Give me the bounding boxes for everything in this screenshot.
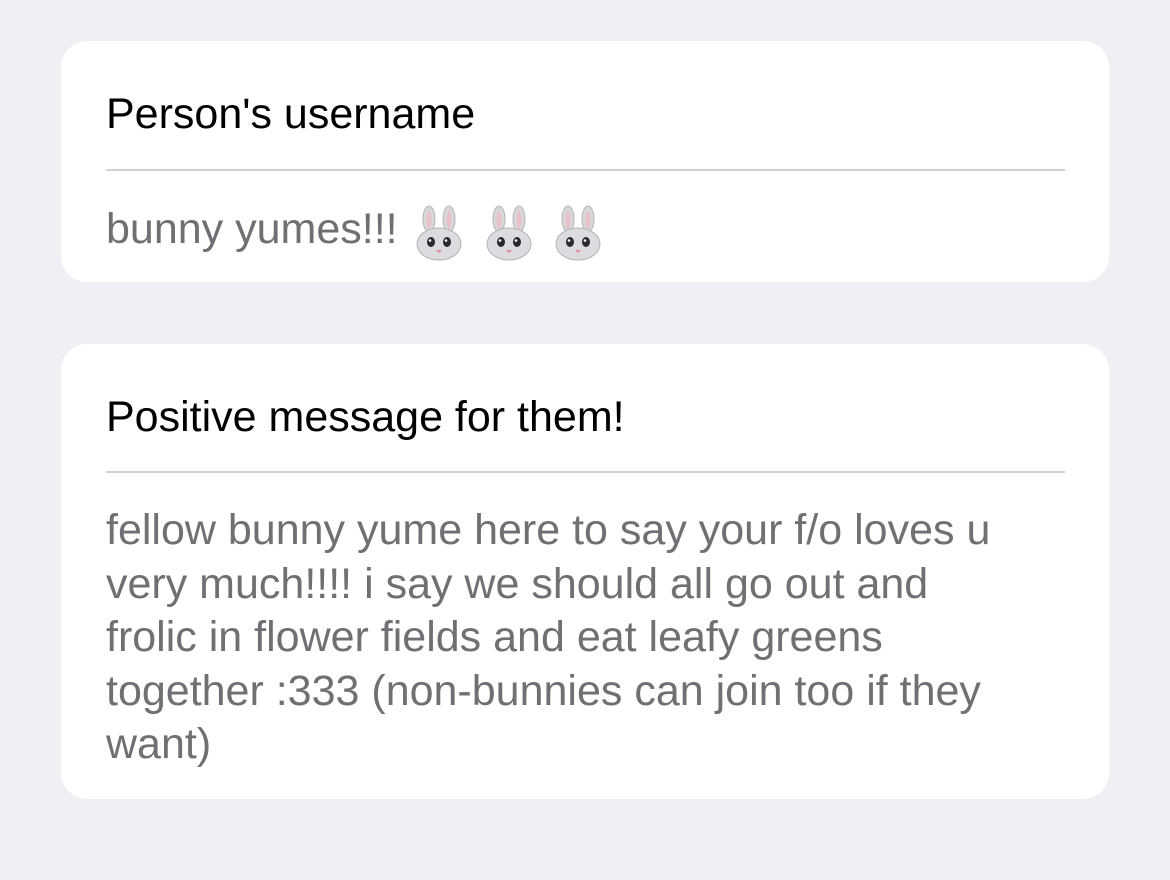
username-value-text: bunny yumes!!! (106, 205, 398, 253)
username-divider (106, 169, 1065, 171)
bunny-emoji-row (414, 202, 612, 261)
message-label: Positive message for them! (106, 393, 625, 441)
message-value-field[interactable]: fellow bunny yume here to say your f/o l… (106, 504, 1081, 772)
username-label: Person's username (106, 90, 476, 138)
rabbit-face-icon (555, 205, 601, 261)
username-value-field[interactable]: bunny yumes!!! (106, 201, 611, 261)
message-divider (106, 471, 1065, 473)
message-card: Positive message for them! fellow bunny … (61, 344, 1109, 799)
rabbit-face-icon (486, 205, 531, 261)
rabbit-face-icon (416, 205, 462, 261)
username-card: Person's username bunny yumes!!! (61, 41, 1109, 282)
